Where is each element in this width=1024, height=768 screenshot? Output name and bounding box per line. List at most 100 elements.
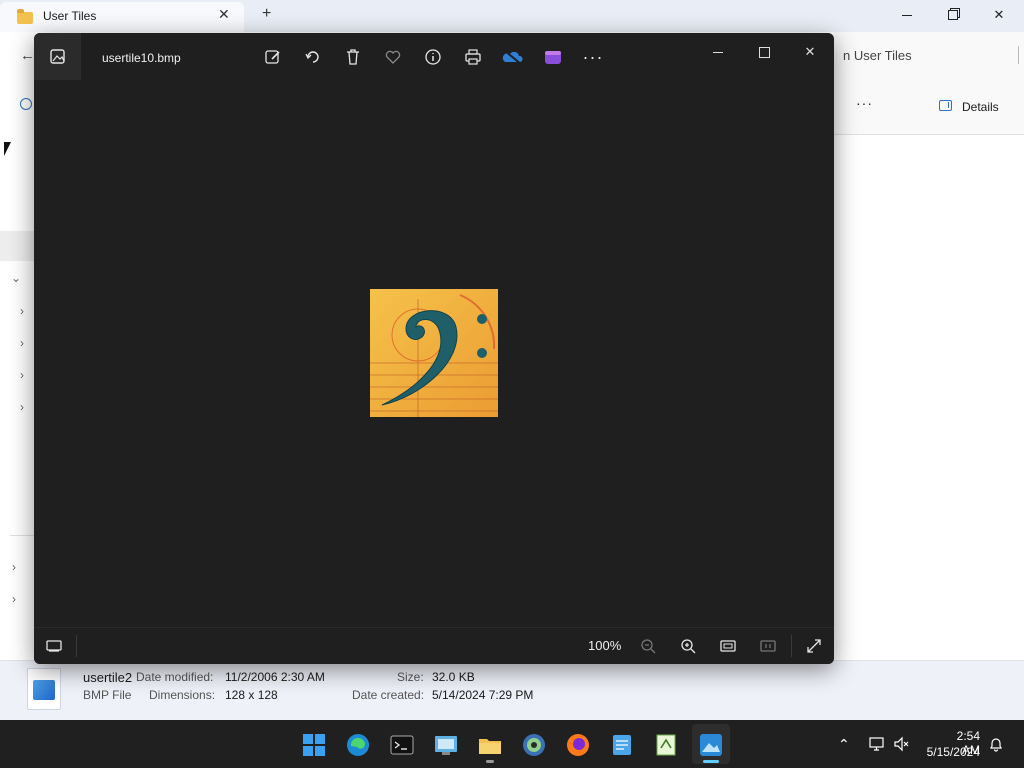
favorite-icon bbox=[385, 50, 401, 64]
viewer-bottom-bar bbox=[34, 627, 834, 664]
minimize-icon bbox=[902, 14, 912, 16]
media-player-taskbar-button[interactable] bbox=[522, 733, 546, 757]
edit-image-button[interactable] bbox=[262, 46, 284, 68]
minimize-icon bbox=[713, 51, 723, 53]
text-editor-icon bbox=[656, 734, 676, 756]
more-options-button[interactable]: ··· bbox=[856, 95, 873, 111]
date-created-label: Date created: bbox=[352, 688, 425, 702]
notifications-button[interactable] bbox=[988, 736, 1004, 755]
address-separator bbox=[1018, 46, 1024, 64]
close-icon: ✕ bbox=[993, 7, 1005, 22]
file-info-button[interactable] bbox=[422, 46, 444, 68]
fullscreen-button[interactable] bbox=[803, 636, 825, 656]
details-pane-icon bbox=[939, 100, 952, 111]
volume-muted-icon bbox=[894, 736, 909, 752]
terminal-icon bbox=[390, 735, 414, 755]
explorer-tab[interactable] bbox=[0, 2, 244, 32]
clipchamp-icon bbox=[545, 51, 561, 64]
explorer-restore-button[interactable] bbox=[930, 0, 976, 30]
close-icon: ✕ bbox=[804, 44, 816, 59]
firefox-taskbar-button[interactable] bbox=[566, 733, 590, 757]
actual-size-icon bbox=[760, 640, 776, 652]
restore-icon bbox=[948, 10, 958, 20]
edge-taskbar-button[interactable] bbox=[346, 733, 370, 757]
bottom-bar-divider bbox=[791, 635, 792, 657]
viewer-minimize-button[interactable] bbox=[695, 37, 741, 67]
viewer-close-button[interactable]: ✕ bbox=[787, 37, 833, 67]
delete-icon bbox=[347, 49, 359, 65]
clock-date[interactable]: 5/15/2024 bbox=[918, 745, 980, 759]
text-editor-taskbar-button[interactable] bbox=[654, 733, 678, 757]
print-icon bbox=[465, 49, 481, 65]
back-arrow-icon[interactable]: ← bbox=[20, 47, 35, 64]
filmstrip-button[interactable] bbox=[43, 636, 65, 656]
nav-divider bbox=[10, 535, 34, 536]
info-icon bbox=[425, 49, 441, 65]
chevron-right-icon[interactable]: › bbox=[20, 336, 24, 350]
photos-taskbar-button[interactable] bbox=[699, 733, 723, 757]
date-modified-label: Date modified: bbox=[136, 670, 214, 684]
bass-clef-illustration bbox=[370, 289, 498, 417]
chevron-right-icon[interactable]: › bbox=[12, 592, 16, 606]
zoom-level[interactable]: 100% bbox=[588, 638, 621, 653]
fit-to-window-button[interactable] bbox=[717, 636, 739, 656]
edit-icon bbox=[265, 50, 280, 64]
explorer-close-button[interactable]: ✕ bbox=[976, 0, 1022, 30]
photos-icon bbox=[700, 734, 722, 756]
new-tab-button[interactable]: + bbox=[262, 5, 271, 23]
viewer-maximize-button[interactable] bbox=[741, 37, 787, 67]
file-explorer-taskbar-button[interactable] bbox=[478, 733, 502, 757]
favorite-button[interactable] bbox=[382, 46, 404, 68]
more-options-button[interactable]: ··· bbox=[582, 46, 604, 68]
new-item-icon[interactable] bbox=[20, 98, 32, 110]
chevron-right-icon[interactable]: › bbox=[20, 368, 24, 382]
chevron-right-icon[interactable]: › bbox=[20, 400, 24, 414]
notepad-taskbar-button[interactable] bbox=[610, 733, 634, 757]
notepad-icon bbox=[613, 735, 631, 755]
network-icon bbox=[869, 737, 884, 751]
delete-button[interactable] bbox=[342, 46, 364, 68]
control-panel-icon bbox=[435, 736, 457, 755]
chevron-right-icon[interactable]: › bbox=[20, 304, 24, 318]
dimensions-value: 128 x 128 bbox=[225, 688, 278, 702]
size-label: Size: bbox=[397, 670, 424, 684]
file-type: BMP File bbox=[83, 688, 132, 702]
print-button[interactable] bbox=[462, 46, 484, 68]
zoom-out-button[interactable] bbox=[637, 636, 659, 656]
chevron-right-icon[interactable]: › bbox=[12, 560, 16, 574]
media-player-icon bbox=[523, 734, 545, 756]
start-icon bbox=[303, 734, 325, 756]
nav-selected-row[interactable] bbox=[0, 231, 34, 261]
zoom-in-button[interactable] bbox=[677, 636, 699, 656]
tab-close-icon[interactable]: ✕ bbox=[218, 6, 230, 23]
rotate-button[interactable] bbox=[302, 46, 324, 68]
size-value: 32.0 KB bbox=[432, 670, 475, 684]
start-button[interactable] bbox=[302, 733, 326, 757]
maximize-icon bbox=[758, 46, 770, 58]
displayed-image[interactable] bbox=[370, 289, 498, 417]
zoom-in-icon bbox=[681, 639, 696, 654]
clipchamp-button[interactable] bbox=[542, 46, 564, 68]
explorer-tab-title: User Tiles bbox=[43, 9, 97, 23]
mouse-cursor bbox=[4, 142, 11, 156]
rotate-icon bbox=[305, 51, 319, 63]
control-panel-taskbar-button[interactable] bbox=[434, 733, 458, 757]
bell-icon bbox=[990, 738, 1002, 752]
show-hidden-icons-chevron-icon[interactable]: ⌃ bbox=[838, 736, 850, 753]
more-icon: ··· bbox=[582, 46, 604, 67]
actual-size-button[interactable] bbox=[757, 636, 779, 656]
photos-app-icon-area[interactable] bbox=[34, 33, 81, 80]
address-path: n User Tiles bbox=[843, 48, 912, 63]
viewer-file-title: usertile10.bmp bbox=[102, 51, 181, 65]
photos-app-icon bbox=[50, 49, 65, 64]
edge-icon bbox=[347, 734, 369, 756]
onedrive-button[interactable] bbox=[502, 46, 524, 68]
fullscreen-icon bbox=[807, 639, 821, 653]
details-button[interactable]: Details bbox=[962, 100, 999, 114]
explorer-minimize-button[interactable] bbox=[884, 0, 930, 30]
volume-tray-button[interactable] bbox=[893, 736, 911, 755]
date-created-value: 5/14/2024 7:29 PM bbox=[432, 688, 534, 702]
chevron-down-icon[interactable]: ⌄ bbox=[11, 271, 21, 285]
terminal-taskbar-button[interactable] bbox=[390, 733, 414, 757]
network-tray-button[interactable] bbox=[868, 736, 886, 755]
